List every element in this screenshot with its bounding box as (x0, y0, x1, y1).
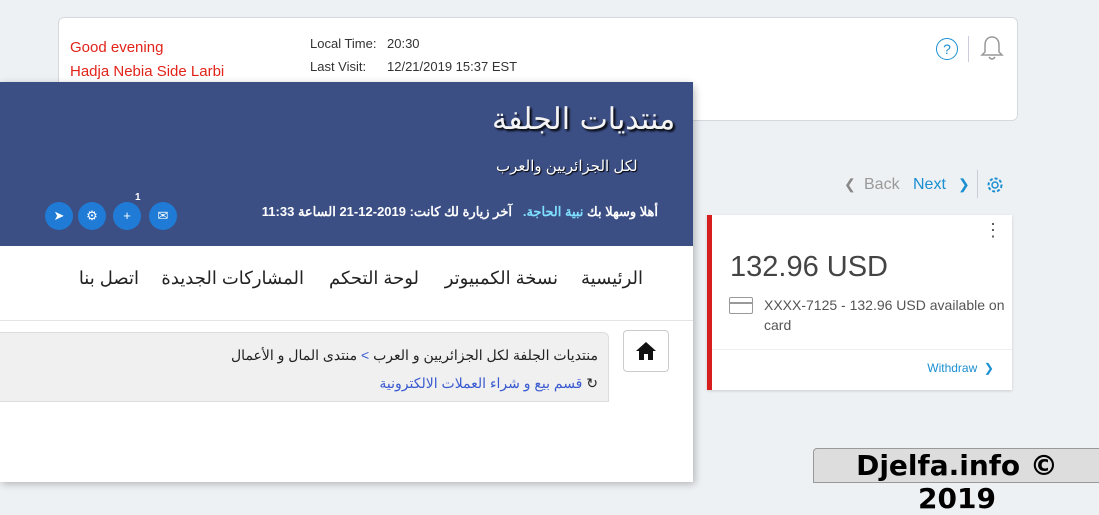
breadcrumb-current: ↻ قسم بيع و شراء العملات الالكترونية (379, 375, 598, 392)
breadcrumb-subsection[interactable]: قسم بيع و شراء العملات الالكترونية (379, 375, 582, 391)
last-visit-label: Last Visit: (310, 59, 367, 74)
home-button[interactable] (623, 330, 669, 372)
welcome-text: أهلا وسهلا بك نبية الحاجة. آخر زيارة لك … (262, 204, 658, 220)
greeting-line: Good evening (70, 39, 164, 56)
breadcrumb: منتديات الجلفة لكل الجزائريين و العرب > … (0, 332, 609, 402)
balance-card: ⋮ 132.96 USD XXXX-7125 - 132.96 USD avai… (707, 215, 1012, 390)
menu-item-desktop[interactable]: نسخة الكمبيوتر (445, 268, 558, 289)
help-icon[interactable]: ? (936, 38, 958, 60)
bell-icon[interactable] (979, 34, 1005, 62)
forum-logo[interactable]: منتديات الجلفة (492, 102, 675, 137)
account-info: XXXX-7125 - 132.96 USD available on card (764, 297, 1005, 333)
menu-item-contact[interactable]: اتصل بنا (79, 268, 139, 289)
forum-menu: الرئيسية نسخة الكمبيوتر لوحة التحكم المش… (0, 246, 693, 321)
refresh-icon[interactable]: ↻ (586, 375, 598, 391)
credit-card-icon (729, 297, 753, 314)
withdraw-link[interactable]: Withdraw ❯ (927, 361, 994, 375)
balance-amount: 132.96 USD (730, 251, 888, 283)
add-user-icon[interactable]: + (113, 202, 141, 230)
menu-item-new-posts[interactable]: المشاركات الجديدة (161, 268, 304, 289)
next-link[interactable]: Next (913, 174, 946, 196)
local-time-value: 20:30 (387, 36, 420, 51)
local-time-label: Local Time: (310, 36, 377, 51)
notification-count: 1 (135, 192, 141, 203)
menu-item-control-panel[interactable]: لوحة التحكم (329, 268, 419, 289)
welcome-name[interactable]: نبية الحاجة. (523, 204, 584, 219)
watermark: Djelfa.info © 2019 (813, 448, 1099, 515)
welcome-prefix: أهلا وسهلا بك (587, 204, 658, 219)
breadcrumb-separator: > (361, 347, 370, 363)
gear-icon[interactable] (985, 175, 1005, 195)
forum-logo-subtitle: لكل الجزائريين والعرب (496, 158, 638, 175)
last-visit-value: 12/21/2019 15:37 EST (387, 59, 518, 74)
logout-icon[interactable]: ➤ (45, 202, 73, 230)
home-icon (636, 342, 656, 360)
divider (968, 36, 969, 62)
greeting: Good evening Hadja Nebia Side Larbi (70, 36, 224, 84)
breadcrumb-path: منتديات الجلفة لكل الجزائريين و العرب > … (231, 347, 598, 364)
session-meta: Local Time: 20:30 Last Visit: 12/21/2019 1… (310, 32, 517, 78)
breadcrumb-section[interactable]: منتدى المال و الأعمال (231, 347, 357, 363)
divider (977, 170, 978, 198)
breadcrumb-root[interactable]: منتديات الجلفة لكل الجزائريين و العرب (373, 347, 598, 363)
user-name: Hadja Nebia Side Larbi (70, 63, 225, 80)
settings-icon[interactable]: ⚙ (78, 202, 106, 230)
chevron-right-icon[interactable]: ❯ (958, 176, 970, 193)
menu-item-home[interactable]: الرئيسية (581, 268, 643, 289)
withdraw-label: Withdraw (927, 361, 978, 375)
messages-icon[interactable]: ✉ (149, 202, 177, 230)
chevron-left-icon[interactable]: ❮ (844, 176, 856, 193)
last-visit-text: آخر زيارة لك كانت: 2019-12-21 الساعة 11:… (261, 204, 512, 219)
divider (712, 349, 1012, 350)
forum-header: منتديات الجلفة لكل الجزائريين والعرب أهل… (0, 82, 693, 246)
back-link[interactable]: Back (864, 174, 900, 196)
more-icon[interactable]: ⋮ (984, 221, 1002, 239)
